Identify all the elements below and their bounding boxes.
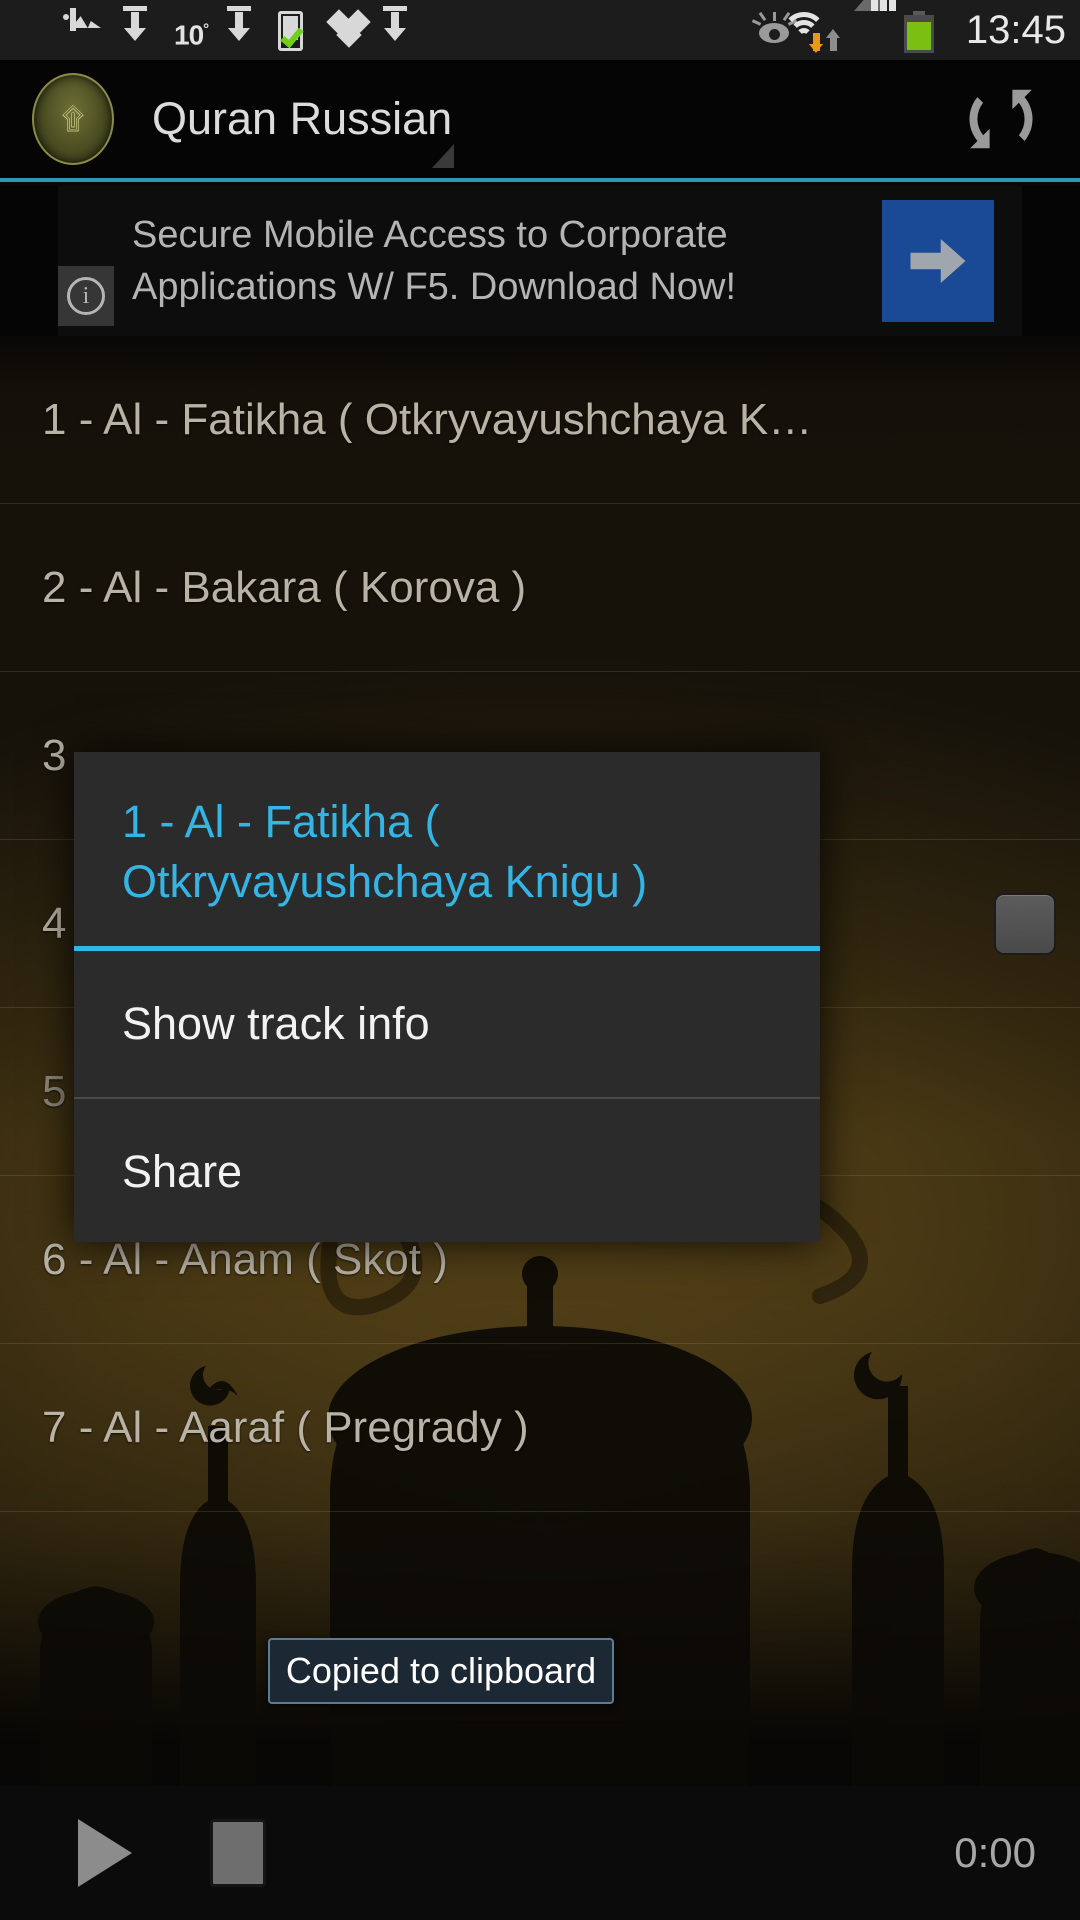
play-button[interactable] xyxy=(78,1819,132,1887)
menu-item-label: Show track info xyxy=(122,998,430,1049)
phone-check-icon xyxy=(278,11,312,51)
dropdown-triangle-icon[interactable] xyxy=(432,144,454,168)
temperature-icon: 10° xyxy=(174,19,209,51)
list-item[interactable]: 7 - Al - Aaraf ( Pregrady ) xyxy=(0,1344,1080,1512)
signal-bars-icon xyxy=(853,0,896,49)
list-item-label: 7 - Al - Aaraf ( Pregrady ) xyxy=(42,1402,529,1452)
ad-banner[interactable]: Secure Mobile Access to Corporate Applic… xyxy=(0,186,1080,336)
download-arrow-icon-2 xyxy=(226,6,260,49)
download-button[interactable] xyxy=(994,893,1056,955)
toast-text: Copied to clipboard xyxy=(285,1650,597,1691)
download-arrow-icon xyxy=(122,6,156,49)
refresh-icon xyxy=(969,89,1033,149)
ad-text: Secure Mobile Access to Corporate Applic… xyxy=(132,209,832,313)
status-bar-system-icons: 13:45 xyxy=(751,0,1066,53)
ad-text-line-1: Secure Mobile Access to Corporate xyxy=(132,214,728,256)
context-menu-dialog: 1 - Al - Fatikha ( Otkryvayushchaya Knig… xyxy=(74,752,820,1242)
photo-gallery-icon xyxy=(70,8,104,49)
status-bar-clock: 13:45 xyxy=(965,7,1066,52)
app-logo-icon: ۩ xyxy=(32,73,114,165)
ad-text-line-2: Applications W/ F5. Download Now! xyxy=(132,266,737,308)
info-icon: i xyxy=(67,277,105,315)
list-item-label: 1 - Al - Fatikha ( Otkryvayushchaya K… xyxy=(42,394,813,444)
ad-cta-button[interactable] xyxy=(882,200,994,322)
status-bar[interactable]: 10° 13:45 xyxy=(0,0,1080,60)
list-item[interactable]: 1 - Al - Fatikha ( Otkryvayushchaya K… xyxy=(0,336,1080,504)
stop-button[interactable] xyxy=(210,1819,266,1887)
android-screen: 10° 13:45 ۩ Quran Russian Secure Mobile … xyxy=(0,0,1080,1920)
list-item-label: 3 xyxy=(42,730,67,780)
download-arrow-icon-3 xyxy=(382,6,416,49)
menu-item-label: Share xyxy=(122,1146,243,1197)
battery-icon xyxy=(903,11,938,53)
status-bar-notification-icons: 10° xyxy=(18,6,754,51)
player-time: 0:00 xyxy=(954,1829,1036,1876)
ad-banner-inner[interactable]: Secure Mobile Access to Corporate Applic… xyxy=(58,186,1022,336)
app-logo-glyph: ۩ xyxy=(61,101,87,137)
plus-badge-icon xyxy=(18,11,52,49)
list-item-label: 2 - Al - Bakara ( Korova ) xyxy=(42,562,527,612)
menu-item-share[interactable]: Share xyxy=(74,1099,820,1245)
player-bar: 0:00 xyxy=(0,1786,1080,1920)
menu-item-show-track-info[interactable]: Show track info xyxy=(74,951,820,1097)
refresh-button[interactable] xyxy=(962,80,1040,158)
dropbox-icon xyxy=(326,9,371,49)
wifi-transfer-icon xyxy=(781,11,840,53)
list-item[interactable]: 2 - Al - Bakara ( Korova ) xyxy=(0,504,1080,672)
dialog-title: 1 - Al - Fatikha ( Otkryvayushchaya Knig… xyxy=(74,752,820,951)
list-item-label: 4 xyxy=(42,898,67,948)
ad-info-button[interactable]: i xyxy=(58,266,114,326)
action-bar: ۩ Quran Russian xyxy=(0,60,1080,182)
toast-message: Copied to clipboard xyxy=(268,1638,614,1704)
arrow-right-icon xyxy=(910,239,966,283)
page-title: Quran Russian xyxy=(152,93,453,144)
